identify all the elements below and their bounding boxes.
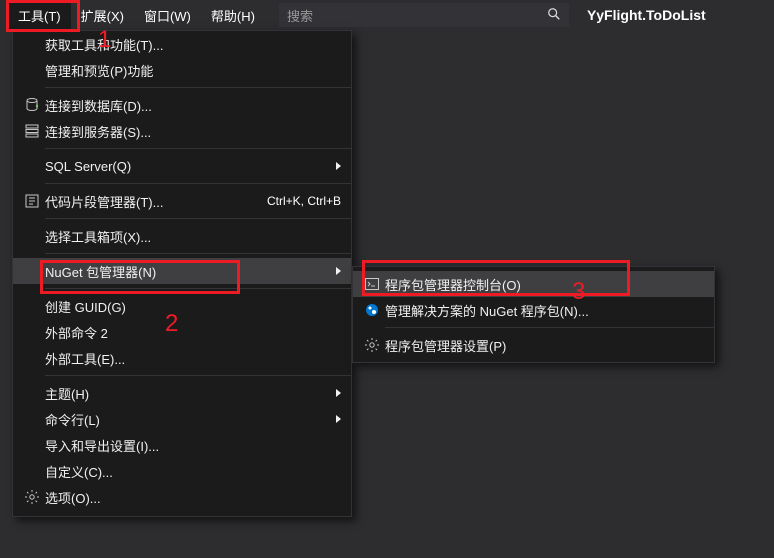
database-icon — [19, 97, 45, 113]
menu-theme[interactable]: 主题(H) — [13, 380, 351, 406]
menu-get-tools[interactable]: 获取工具和功能(T)... — [13, 31, 351, 57]
search-input[interactable]: 搜索 — [279, 3, 569, 27]
menu-customize[interactable]: 自定义(C)... — [13, 458, 351, 484]
menu-extensions[interactable]: 扩展(X) — [71, 1, 134, 30]
menu-separator — [45, 87, 351, 88]
menu-tools[interactable]: 工具(T) — [8, 1, 71, 30]
menu-commandline[interactable]: 命令行(L) — [13, 406, 351, 432]
menu-separator — [45, 183, 351, 184]
menu-nuget-manager[interactable]: NuGet 包管理器(N) — [13, 258, 351, 284]
search-placeholder: 搜索 — [287, 6, 547, 25]
menu-separator — [45, 288, 351, 289]
menu-separator — [45, 253, 351, 254]
console-icon — [359, 276, 385, 292]
submenu-manage-solution[interactable]: 管理解决方案的 NuGet 程序包(N)... — [353, 297, 714, 323]
snippet-icon — [19, 193, 45, 209]
submenu-pm-console[interactable]: 程序包管理器控制台(O) — [353, 271, 714, 297]
tools-dropdown: 获取工具和功能(T)... 管理和预览(P)功能 连接到数据库(D)... 连接… — [12, 30, 352, 517]
menu-separator — [45, 218, 351, 219]
submenu-arrow-icon — [336, 415, 341, 423]
search-icon — [547, 7, 561, 24]
menu-help[interactable]: 帮助(H) — [201, 1, 265, 30]
menubar: 工具(T) 扩展(X) 窗口(W) 帮助(H) 搜索 YyFlight.ToDo… — [0, 0, 774, 30]
submenu-pm-settings[interactable]: 程序包管理器设置(P) — [353, 332, 714, 358]
menu-import-export[interactable]: 导入和导出设置(I)... — [13, 432, 351, 458]
menu-sql-server[interactable]: SQL Server(Q) — [13, 153, 351, 179]
submenu-arrow-icon — [336, 267, 341, 275]
server-icon — [19, 123, 45, 139]
menu-connect-server[interactable]: 连接到服务器(S)... — [13, 118, 351, 144]
submenu-arrow-icon — [336, 162, 341, 170]
nuget-icon — [359, 302, 385, 318]
menu-snippet-manager[interactable]: 代码片段管理器(T)... Ctrl+K, Ctrl+B — [13, 188, 351, 214]
menu-connect-db[interactable]: 连接到数据库(D)... — [13, 92, 351, 118]
solution-title: YyFlight.ToDoList — [587, 7, 706, 23]
shortcut-text: Ctrl+K, Ctrl+B — [267, 194, 341, 208]
menu-external-tools[interactable]: 外部工具(E)... — [13, 345, 351, 371]
submenu-arrow-icon — [336, 389, 341, 397]
nuget-submenu: 程序包管理器控制台(O) 管理解决方案的 NuGet 程序包(N)... 程序包… — [352, 266, 715, 363]
menu-window[interactable]: 窗口(W) — [134, 1, 201, 30]
menu-separator — [45, 375, 351, 376]
menu-toolbox[interactable]: 选择工具箱项(X)... — [13, 223, 351, 249]
gear-icon — [19, 489, 45, 505]
menu-separator — [45, 148, 351, 149]
menu-external-cmd[interactable]: 外部命令 2 — [13, 319, 351, 345]
gear-icon — [359, 337, 385, 353]
menu-create-guid[interactable]: 创建 GUID(G) — [13, 293, 351, 319]
menu-separator — [385, 327, 714, 328]
menu-manage-preview[interactable]: 管理和预览(P)功能 — [13, 57, 351, 83]
menu-options[interactable]: 选项(O)... — [13, 484, 351, 510]
